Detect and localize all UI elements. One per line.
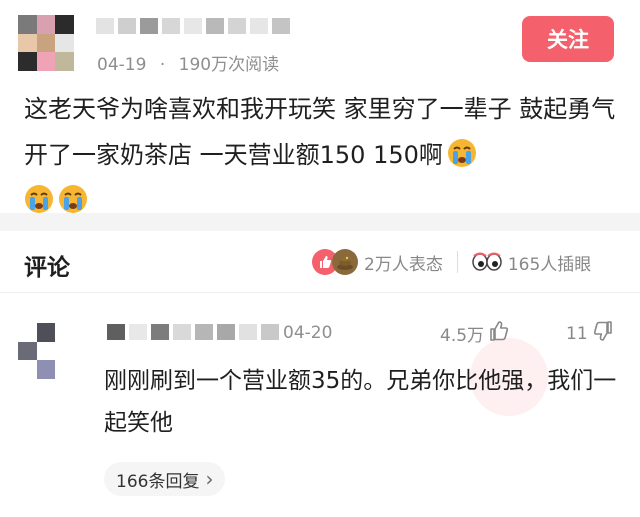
peek-count: 165人插眼 bbox=[507, 254, 592, 275]
dislike-button[interactable]: 11 bbox=[566, 320, 614, 347]
post-date: 04-19 bbox=[97, 55, 147, 75]
reactions-bar[interactable]: 2万人表态 165人插眼 bbox=[312, 246, 591, 278]
replies-label: 166条回复 bbox=[116, 471, 200, 492]
eyes-icon bbox=[472, 252, 502, 272]
crying-face-icon bbox=[58, 183, 88, 213]
section-divider bbox=[0, 213, 640, 231]
post-author-avatar[interactable] bbox=[18, 15, 74, 71]
follow-button[interactable]: 关注 bbox=[522, 16, 614, 62]
dislike-count: 11 bbox=[566, 323, 588, 344]
crying-face-icon bbox=[447, 137, 477, 167]
comments-title: 评论 bbox=[24, 255, 70, 281]
post-body: 这老天爷为啥喜欢和我开玩笑 家里穷了一辈子 鼓起勇气开了一家奶茶店 一天营业额1… bbox=[24, 86, 624, 224]
post-views: 190万次阅读 bbox=[178, 55, 280, 75]
thumbs-down-icon bbox=[592, 320, 614, 347]
header-rule bbox=[0, 292, 640, 293]
comment-text: 刚刚刷到一个营业额35的。兄弟你比他强，我们一起笑他 bbox=[104, 368, 617, 436]
poop-reaction-icon bbox=[332, 249, 358, 275]
commenter-avatar[interactable] bbox=[18, 323, 74, 379]
post-text: 这老天爷为啥喜欢和我开玩笑 家里穷了一辈子 鼓起勇气开了一家奶茶店 一天营业额1… bbox=[24, 95, 616, 169]
post-meta: 04-19 · 190万次阅读 bbox=[97, 50, 279, 75]
chevron-right-icon: › bbox=[205, 467, 214, 491]
meta-separator: · bbox=[159, 55, 166, 75]
post-author-name[interactable] bbox=[96, 18, 290, 34]
comment-date: 04-20 bbox=[283, 323, 333, 343]
view-replies-button[interactable]: 166条回复 › bbox=[104, 462, 226, 496]
reactions-separator bbox=[456, 251, 458, 273]
commenter-name[interactable] bbox=[107, 324, 279, 340]
reactions-count: 2万人表态 bbox=[364, 254, 443, 275]
crying-face-icon bbox=[24, 183, 54, 213]
like-count: 4.5万 bbox=[440, 326, 485, 346]
